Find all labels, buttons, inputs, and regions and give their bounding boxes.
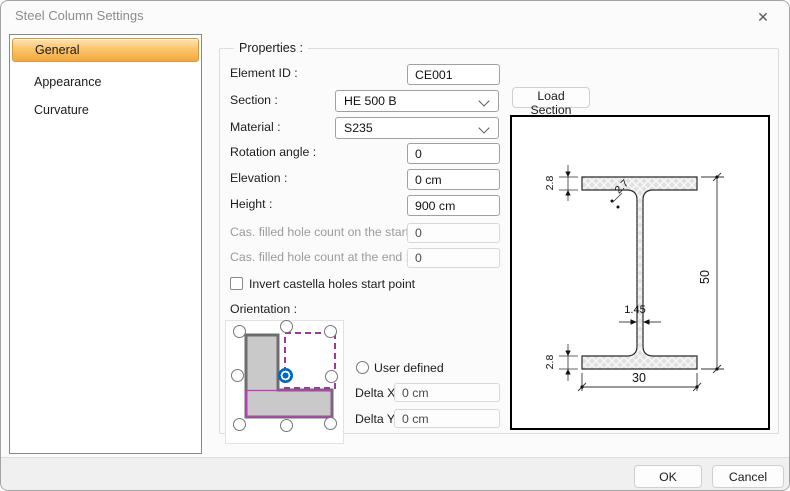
dim-flange-bottom: 2.8 bbox=[544, 355, 556, 370]
height-label: Height : bbox=[230, 197, 272, 211]
chevron-down-icon bbox=[478, 122, 489, 133]
dim-web: 1.45 bbox=[624, 304, 645, 316]
dim-flange-top: 2.8 bbox=[544, 176, 556, 191]
anchor-radio-top-center[interactable] bbox=[280, 320, 293, 333]
settings-nav-list: General Appearance Curvature bbox=[9, 34, 202, 454]
h-section-drawing: 50 30 2.8 bbox=[512, 117, 768, 428]
dim-width: 30 bbox=[632, 371, 646, 385]
anchor-radio-bottom-right[interactable] bbox=[324, 417, 337, 430]
sidebar-item-general[interactable]: General bbox=[12, 38, 199, 62]
section-label: Section : bbox=[230, 93, 278, 107]
castella-start-field bbox=[407, 223, 500, 243]
invert-castella-label: Invert castella holes start point bbox=[249, 277, 415, 291]
dim-depth: 50 bbox=[698, 270, 712, 284]
section-preview-panel: 50 30 2.8 bbox=[510, 115, 770, 430]
anchor-radio-top-left[interactable] bbox=[233, 325, 246, 338]
anchor-radio-middle-right[interactable] bbox=[325, 370, 338, 383]
element-id-label: Element ID : bbox=[230, 66, 298, 80]
steel-column-settings-dialog: Steel Column Settings ✕ General Appearan… bbox=[0, 0, 790, 491]
dialog-title: Steel Column Settings bbox=[15, 1, 144, 31]
height-field[interactable] bbox=[407, 195, 500, 216]
rotation-angle-label: Rotation angle : bbox=[230, 145, 316, 159]
title-bar: Steel Column Settings ✕ bbox=[1, 1, 789, 31]
delta-x-field bbox=[394, 383, 500, 402]
material-dropdown[interactable]: S235 bbox=[335, 117, 499, 139]
sidebar-item-curvature[interactable]: Curvature bbox=[12, 99, 199, 121]
anchor-radio-center[interactable] bbox=[278, 368, 293, 383]
castella-start-label: Cas. filled hole count on the start : bbox=[230, 225, 416, 239]
castella-end-label: Cas. filled hole count at the end : bbox=[230, 250, 409, 264]
orientation-picker bbox=[225, 320, 344, 444]
castella-end-field bbox=[407, 248, 500, 268]
properties-groupbox: Properties : Element ID : Section : HE 5… bbox=[219, 48, 779, 434]
anchor-radio-bottom-left[interactable] bbox=[233, 418, 246, 431]
anchor-radio-bottom-center[interactable] bbox=[280, 419, 293, 432]
user-defined-label: User defined bbox=[374, 361, 444, 375]
element-id-field[interactable] bbox=[407, 64, 500, 85]
anchor-radio-top-right[interactable] bbox=[324, 325, 337, 338]
section-dropdown[interactable]: HE 500 B bbox=[335, 90, 499, 112]
delta-y-field bbox=[394, 409, 500, 428]
rotation-angle-field[interactable] bbox=[407, 143, 500, 164]
sidebar-item-appearance[interactable]: Appearance bbox=[12, 71, 199, 93]
elevation-field[interactable] bbox=[407, 169, 500, 190]
load-section-button[interactable]: Load Section bbox=[512, 87, 590, 108]
elevation-label: Elevation : bbox=[230, 171, 287, 185]
ok-button[interactable]: OK bbox=[634, 465, 702, 488]
anchor-radio-middle-left[interactable] bbox=[231, 369, 244, 382]
material-label: Material : bbox=[230, 120, 281, 134]
cancel-button[interactable]: Cancel bbox=[712, 465, 784, 488]
material-dropdown-value: S235 bbox=[344, 118, 373, 138]
user-defined-radio[interactable] bbox=[356, 361, 369, 374]
orientation-label: Orientation : bbox=[230, 302, 297, 316]
invert-castella-checkbox[interactable] bbox=[230, 277, 243, 290]
chevron-down-icon bbox=[478, 95, 489, 106]
dialog-footer: OK Cancel bbox=[1, 457, 789, 491]
properties-legend: Properties : bbox=[234, 41, 308, 55]
section-dropdown-value: HE 500 B bbox=[344, 91, 397, 111]
close-icon[interactable]: ✕ bbox=[749, 5, 777, 29]
